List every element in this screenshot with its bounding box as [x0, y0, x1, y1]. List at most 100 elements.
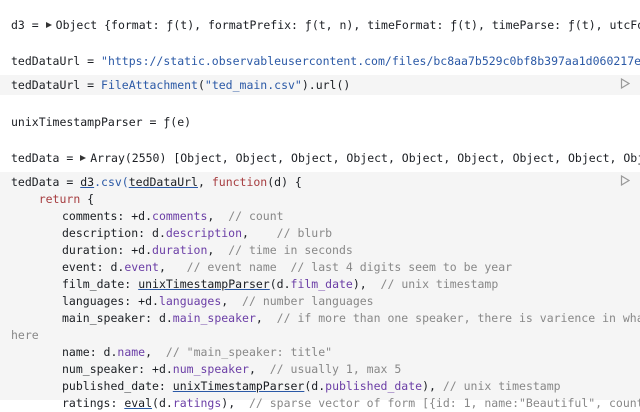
code-field-key: comments:	[62, 209, 125, 223]
code-comment: // sparse vector of form [{id: 1, name:"…	[248, 396, 640, 410]
code-field-line[interactable]: ratings: eval(d.ratings), // sparse vect…	[62, 395, 640, 412]
code-var-name: tedData	[11, 175, 60, 189]
code-field-line[interactable]: film_date: unixTimestampParser(d.film_da…	[62, 276, 498, 293]
code-fn-open: (d.	[304, 379, 326, 393]
code-suffix: ,	[248, 362, 270, 376]
code-field-line[interactable]: event: d.event, // event name // last 4 …	[62, 259, 512, 276]
code-function-keyword: function	[211, 175, 268, 189]
code-field-key: event:	[62, 260, 104, 274]
code-prefix: +d.	[145, 362, 173, 376]
code-field-prop: num_speaker	[172, 362, 249, 376]
code-url-ref[interactable]: tedDataUrl	[129, 175, 198, 189]
code-field-key: published_date:	[62, 379, 166, 393]
code-prefix: +d.	[131, 294, 159, 308]
code-field-key: num_speaker:	[62, 362, 146, 376]
code-field-line[interactable]: published_date: unixTimestampParser(d.pu…	[62, 378, 561, 395]
code-comment: // time in seconds	[228, 243, 353, 257]
code-field-line[interactable]: name: d.name, // "main_speaker: title"	[62, 344, 332, 361]
code-comment: // if more than one speaker, there is va…	[276, 311, 640, 325]
code-fn-open: (d.	[269, 277, 291, 291]
code-d3-ref[interactable]: d3	[80, 175, 94, 189]
code-suffix: ),	[352, 277, 381, 291]
code-comment: // blurb	[276, 226, 333, 240]
ted-data-url-output: tedDataUrl = "https://static.observableu…	[0, 53, 640, 70]
code-fn-open: (d.	[152, 396, 173, 410]
code-comment: // event name // last 4 digits seem to b…	[186, 260, 513, 274]
code-return-brace: {	[80, 192, 95, 206]
d3-output-name: d3	[11, 18, 25, 32]
ted-data-url-code[interactable]: tedDataUrl = FileAttachment("ted_main.cs…	[11, 77, 350, 94]
code-suffix: ,	[221, 294, 243, 308]
code-prefix: d.	[152, 311, 173, 325]
expand-triangle-icon[interactable]	[80, 155, 87, 161]
code-field-line[interactable]: duration: +d.duration, // time in second…	[62, 242, 353, 259]
code-suffix: ),	[422, 379, 443, 393]
code-return-line[interactable]: return {	[11, 191, 94, 208]
play-triangle-icon[interactable]	[619, 174, 631, 191]
code-field-prop: name	[117, 345, 146, 359]
code-suffix: ,	[207, 209, 229, 223]
code-field-prop: languages	[158, 294, 222, 308]
code-comment: // "main_speaker: title"	[165, 345, 333, 359]
code-field-key: ratings:	[62, 396, 118, 410]
unix-timestamp-parser-output: unixTimestampParser = ƒ(e)	[0, 114, 640, 131]
code-prefix: d.	[103, 260, 125, 274]
code-suffix: ,	[207, 243, 229, 257]
code-fn-ref[interactable]: unixTimestampParser	[138, 277, 270, 291]
code-field-key: name:	[62, 345, 97, 359]
code-suffix: ,	[242, 226, 277, 240]
expand-triangle-icon[interactable]	[45, 22, 52, 28]
code-field-key: duration:	[62, 243, 125, 257]
code-suffix: ,	[158, 260, 187, 274]
code-field-key: description:	[62, 226, 146, 240]
ted-data-url-output-value: "https://static.observableusercontent.co…	[101, 54, 640, 68]
code-field-prop: duration	[152, 243, 208, 257]
code-fn-params: (d) {	[267, 175, 302, 189]
code-field-prop: film_date	[290, 277, 353, 291]
code-comment: // unix timestamp	[442, 379, 561, 393]
code-comment: // number languages	[242, 294, 374, 308]
code-comment: // usually 1, max 5	[269, 362, 402, 376]
code-prefix: d.	[145, 226, 166, 240]
code-field-prop: event	[124, 260, 159, 274]
code-prefix: +d.	[124, 243, 153, 257]
code-return-keyword: return	[38, 192, 81, 206]
code-field-line[interactable]: main_speaker: d.main_speaker, // if more…	[62, 310, 640, 327]
d3-output-summary: Object {format: ƒ(t), formatPrefix: ƒ(t,…	[55, 18, 640, 32]
d3-output[interactable]: d3 = Object {format: ƒ(t), formatPrefix:…	[0, 17, 640, 34]
code-field-prop: published_date	[325, 379, 423, 393]
ted-data-output[interactable]: tedData = Array(2550) [Object, Object, O…	[0, 150, 640, 167]
code-prefix: +d.	[124, 209, 153, 223]
code-fn-name: FileAttachment	[101, 78, 198, 92]
play-triangle-icon[interactable]	[619, 77, 631, 94]
parser-output-name: unixTimestampParser	[11, 115, 143, 129]
code-field-prop: main_speaker	[172, 311, 256, 325]
code-suffix: ),	[221, 396, 249, 410]
code-field-line[interactable]: description: d.description, // blurb	[62, 225, 332, 242]
code-string-arg: "ted_main.csv"	[204, 78, 302, 92]
code-comment: here	[11, 328, 39, 342]
code-suffix: ,	[145, 345, 166, 359]
code-field-key: languages:	[62, 294, 132, 308]
code-csv-call: .csv(	[94, 175, 129, 189]
code-field-key: main_speaker:	[62, 311, 153, 325]
ted-data-code-cell[interactable]: tedData = d3.csv(tedDataUrl, function(d)…	[0, 172, 640, 410]
code-comment: // unix timestamp	[380, 277, 499, 291]
code-fn-ref[interactable]: eval	[124, 396, 152, 410]
code-tail: ).url()	[301, 78, 351, 92]
code-field-line[interactable]: comments: +d.comments, // count	[62, 208, 284, 225]
code-var-name: tedDataUrl	[11, 78, 81, 92]
code-field-key: film_date:	[62, 277, 132, 291]
code-line-1[interactable]: tedData = d3.csv(tedDataUrl, function(d)…	[11, 174, 302, 191]
code-field-prop: ratings	[172, 396, 222, 410]
code-fn-ref[interactable]: unixTimestampParser	[173, 379, 305, 393]
code-comment: // count	[228, 209, 284, 223]
ted-data-url-code-cell[interactable]: tedDataUrl = FileAttachment("ted_main.cs…	[0, 75, 640, 95]
parser-output-value: ƒ(e)	[163, 115, 192, 129]
code-field-line[interactable]: num_speaker: +d.num_speaker, // usually …	[62, 361, 401, 378]
code-field-prop: comments	[152, 209, 208, 223]
ted-data-output-summary: Array(2550) [Object, Object, Object, Obj…	[90, 151, 640, 165]
code-field-line[interactable]: here	[11, 327, 39, 344]
code-field-line[interactable]: languages: +d.languages, // number langu…	[62, 293, 374, 310]
